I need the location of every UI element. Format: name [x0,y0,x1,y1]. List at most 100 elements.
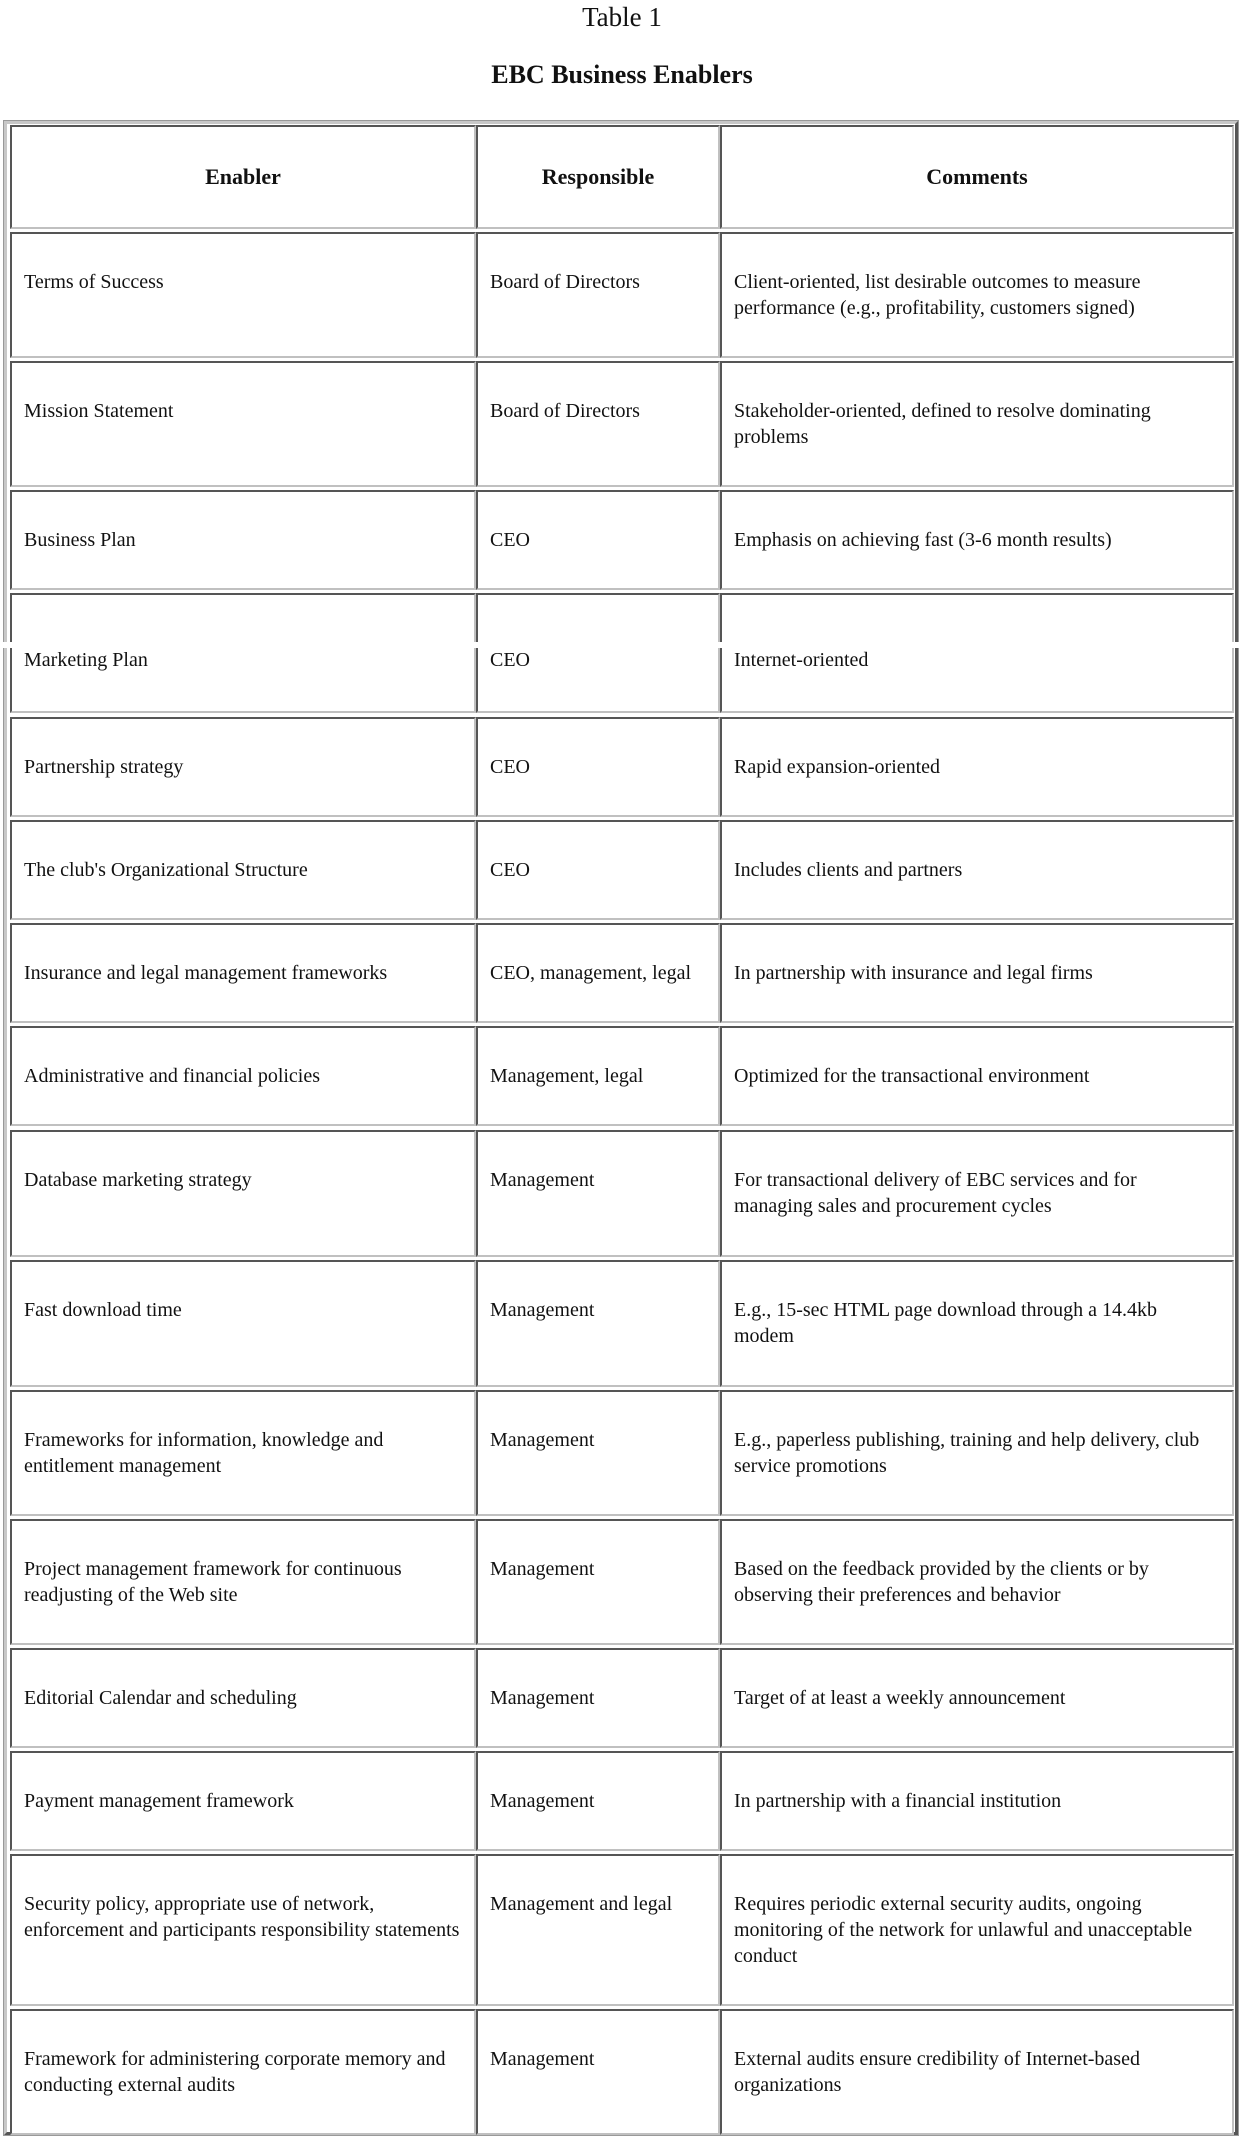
cell-comments: Based on the feedback provided by the cl… [720,1519,1234,1645]
page-break-gap [0,642,1244,648]
cell-enabler: The club's Organizational Structure [10,820,476,920]
enabler-text: Security policy, appropriate use of netw… [24,1893,460,1941]
comments-text: Target of at least a weekly announcement [734,1687,1066,1709]
enabler-text: Mission Statement [24,400,174,422]
table-title: EBC Business Enablers [491,60,753,89]
cell-enabler: Frameworks for information, knowledge an… [10,1390,476,1516]
comments-text: Requires periodic external security audi… [734,1893,1193,1967]
responsible-text: Management and legal [490,1893,673,1915]
cell-comments: Stakeholder-oriented, defined to resolve… [720,361,1234,487]
cell-responsible: Management [476,1751,720,1851]
cell-comments: Emphasis on achieving fast (3-6 month re… [720,490,1234,590]
cell-responsible: Management [476,1519,720,1645]
cell-responsible: CEO [476,717,720,817]
cell-enabler: Terms of Success [10,232,476,358]
cell-enabler: Partnership strategy [10,717,476,817]
cell-comments: E.g., paperless publishing, training and… [720,1390,1234,1516]
cell-responsible: CEO, management, legal [476,923,720,1023]
cell-responsible: Management [476,1390,720,1516]
enabler-text: Payment management framework [24,1790,294,1812]
cell-responsible: CEO [476,820,720,920]
enabler-text: Business Plan [24,529,136,551]
cell-comments: Includes clients and partners [720,820,1234,920]
cell-enabler: Payment management framework [10,1751,476,1851]
cell-responsible: Management [476,2009,720,2135]
cell-enabler: Security policy, appropriate use of netw… [10,1854,476,2006]
responsible-text: Board of Directors [490,400,640,422]
responsible-text: CEO [490,529,530,551]
cell-responsible: Board of Directors [476,232,720,358]
cell-enabler: Database marketing strategy [10,1130,476,1257]
cell-responsible: Board of Directors [476,361,720,487]
enabler-text: Database marketing strategy [24,1169,252,1191]
responsible-text: CEO [490,649,530,671]
responsible-text: Management [490,1299,595,1321]
cell-enabler: Framework for administering corporate me… [10,2009,476,2135]
responsible-text: Management [490,1429,595,1451]
enabler-text: Project management framework for continu… [24,1558,402,1606]
enabler-text: Terms of Success [24,271,164,293]
cell-comments: In partnership with insurance and legal … [720,923,1234,1023]
column-header-label: Comments [926,164,1028,189]
cell-comments: Rapid expansion-oriented [720,717,1234,817]
column-header-label: Enabler [205,164,281,189]
cell-responsible: CEO [476,593,720,713]
comments-text: Emphasis on achieving fast (3-6 month re… [734,529,1112,551]
enabler-text: Editorial Calendar and scheduling [24,1687,297,1709]
comments-text: Rapid expansion-oriented [734,756,941,778]
cell-comments: Optimized for the transactional environm… [720,1026,1234,1126]
cell-enabler: Business Plan [10,490,476,590]
cell-enabler: Marketing Plan [10,593,476,713]
comments-text: E.g., paperless publishing, training and… [734,1429,1200,1477]
cell-comments: E.g., 15-sec HTML page download through … [720,1260,1234,1387]
cell-comments: For transactional delivery of EBC servic… [720,1130,1234,1257]
comments-text: External audits ensure credibility of In… [734,2048,1140,2096]
cell-comments: Target of at least a weekly announcement [720,1648,1234,1748]
responsible-text: Management [490,1558,595,1580]
comments-text: In partnership with insurance and legal … [734,962,1093,984]
cell-responsible: Management and legal [476,1854,720,2006]
responsible-text: Board of Directors [490,271,640,293]
enabler-text: Partnership strategy [24,756,184,778]
enabler-text: Insurance and legal management framework… [24,962,388,984]
column-header-enabler: Enabler [10,125,476,229]
cell-enabler: Insurance and legal management framework… [10,923,476,1023]
enabler-text: Administrative and financial policies [24,1065,321,1087]
enabler-text: Fast download time [24,1299,182,1321]
responsible-text: CEO [490,756,530,778]
cell-enabler: Project management framework for continu… [10,1519,476,1645]
comments-text: Internet-oriented [734,649,869,671]
cell-comments: Requires periodic external security audi… [720,1854,1234,2006]
comments-text: In partnership with a financial institut… [734,1790,1062,1812]
comments-text: Client-oriented, list desirable outcomes… [734,271,1141,319]
cell-enabler: Administrative and financial policies [10,1026,476,1126]
enabler-text: Marketing Plan [24,649,148,671]
cell-comments: External audits ensure credibility of In… [720,2009,1234,2135]
responsible-text: CEO [490,859,530,881]
comments-text: Includes clients and partners [734,859,963,881]
comments-text: Based on the feedback provided by the cl… [734,1558,1149,1606]
enabler-text: Frameworks for information, knowledge an… [24,1429,384,1477]
responsible-text: Management [490,1687,595,1709]
column-header-responsible: Responsible [476,125,720,229]
comments-text: E.g., 15-sec HTML page download through … [734,1299,1158,1347]
enabler-text: Framework for administering corporate me… [24,2048,446,2096]
cell-responsible: Management [476,1260,720,1387]
cell-comments: Internet-oriented [720,593,1234,713]
comments-text: For transactional delivery of EBC servic… [734,1169,1137,1217]
cell-responsible: Management [476,1648,720,1748]
cell-comments: In partnership with a financial institut… [720,1751,1234,1851]
column-header-comments: Comments [720,125,1234,229]
responsible-text: Management [490,1790,595,1812]
comments-text: Stakeholder-oriented, defined to resolve… [734,400,1151,448]
cell-responsible: CEO [476,490,720,590]
responsible-text: Management [490,1169,595,1191]
comments-text: Optimized for the transactional environm… [734,1065,1090,1087]
cell-responsible: Management, legal [476,1026,720,1126]
table-number: Table 1 [582,2,662,32]
responsible-text: Management, legal [490,1065,644,1087]
column-header-label: Responsible [541,164,655,189]
cell-enabler: Editorial Calendar and scheduling [10,1648,476,1748]
cell-enabler: Mission Statement [10,361,476,487]
cell-enabler: Fast download time [10,1260,476,1387]
